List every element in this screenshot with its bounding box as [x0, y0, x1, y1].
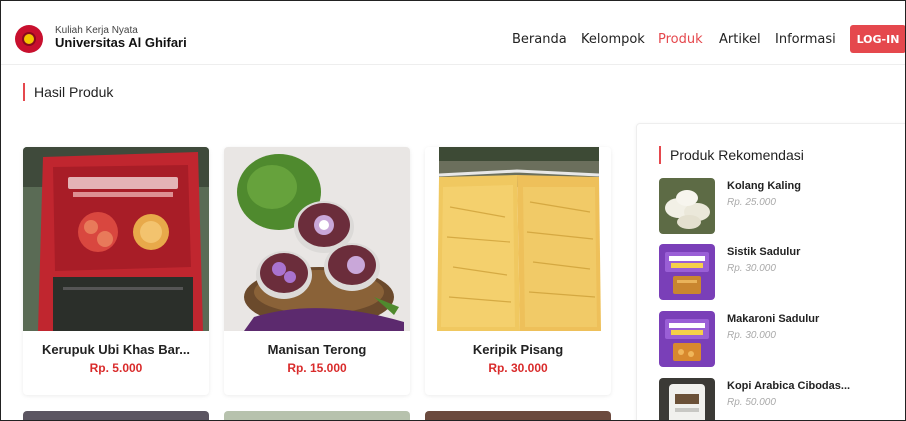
product-card-partial[interactable]	[23, 411, 209, 420]
recommended-name: Kopi Arabica Cibodas...	[727, 380, 851, 392]
recommended-item[interactable]: Kolang Kaling Rp. 25.000	[659, 178, 899, 234]
university-logo[interactable]	[15, 25, 43, 53]
login-button[interactable]: LOG-IN	[850, 25, 905, 53]
navbar: Kuliah Kerja Nyata Universitas Al Ghifar…	[1, 1, 905, 65]
logo-emblem-icon	[22, 32, 36, 46]
brand-title: Universitas Al Ghifari	[55, 35, 187, 50]
recommended-price: Rp. 25.000	[727, 197, 776, 208]
product-image-keripik-pisang	[425, 147, 611, 331]
recommended-item[interactable]: Makaroni Sadulur Rp. 30.000	[659, 311, 899, 367]
product-price: Rp. 30.000	[488, 361, 548, 375]
page-frame: Kuliah Kerja Nyata Universitas Al Ghifar…	[0, 0, 906, 421]
recommended-price: Rp. 50.000	[727, 397, 776, 408]
nav-item-kelompok[interactable]: Kelompok	[581, 32, 645, 47]
nav-item-beranda[interactable]: Beranda	[512, 32, 567, 47]
brand[interactable]: Kuliah Kerja Nyata Universitas Al Ghifar…	[55, 25, 187, 50]
product-card[interactable]: Manisan Terong Rp. 15.000	[224, 147, 410, 395]
product-image-kerupuk	[23, 147, 209, 331]
recommended-thumb-sistik-sadulur	[659, 244, 715, 300]
product-card[interactable]: Keripik Pisang Rp. 30.000	[425, 147, 611, 395]
product-price: Rp. 15.000	[287, 361, 347, 375]
sidebar-title: Produk Rekomendasi	[659, 146, 804, 164]
recommended-thumb-kopi-arabica	[659, 378, 715, 420]
product-name: Kerupuk Ubi Khas Bar...	[41, 342, 191, 357]
recommended-price: Rp. 30.000	[727, 330, 776, 341]
product-price: Rp. 5.000	[89, 361, 143, 375]
section-title: Hasil Produk	[23, 83, 113, 101]
product-name: Keripik Pisang	[472, 342, 564, 357]
product-image-manisan-terong	[224, 147, 410, 331]
recommended-name: Kolang Kaling	[727, 180, 801, 192]
product-card-partial[interactable]	[224, 411, 410, 420]
recommended-price: Rp. 30.000	[727, 263, 776, 274]
recommended-name: Sistik Sadulur	[727, 246, 801, 258]
recommended-item[interactable]: Kopi Arabica Cibodas... Rp. 50.000	[659, 378, 899, 420]
product-card[interactable]: Kerupuk Ubi Khas Bar... Rp. 5.000	[23, 147, 209, 395]
nav-item-produk[interactable]: Produk	[658, 32, 703, 47]
recommended-name: Makaroni Sadulur	[727, 313, 820, 325]
nav-item-informasi[interactable]: Informasi	[775, 32, 836, 47]
product-name: Manisan Terong	[267, 342, 367, 357]
recommended-thumb-kolang-kaling	[659, 178, 715, 234]
nav-item-artikel[interactable]: Artikel	[719, 32, 761, 47]
product-card-partial[interactable]	[425, 411, 611, 420]
recommended-sidebar: Produk Rekomendasi Kolang Kaling Rp. 25.…	[636, 123, 905, 420]
recommended-thumb-makaroni-sadulur	[659, 311, 715, 367]
recommended-item[interactable]: Sistik Sadulur Rp. 30.000	[659, 244, 899, 300]
